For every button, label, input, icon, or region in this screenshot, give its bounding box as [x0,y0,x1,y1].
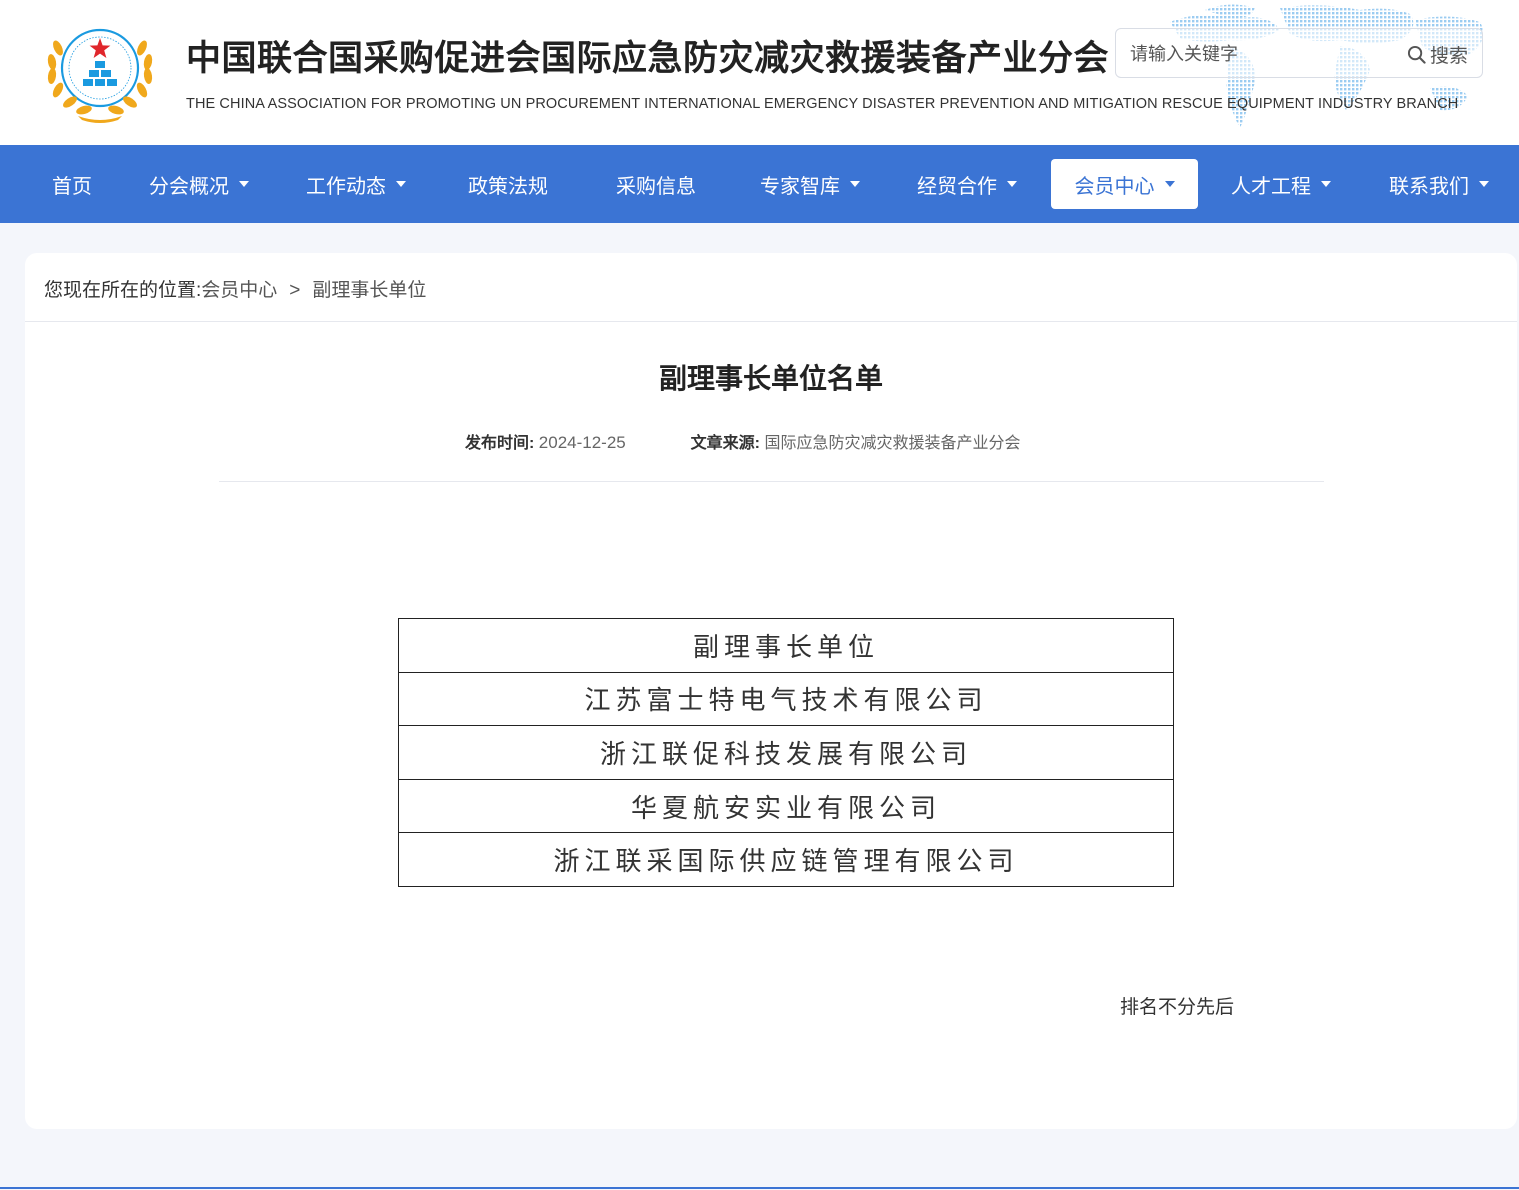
table-row: 浙江联采国际供应链管理有限公司 [398,832,1174,887]
nav-item-talent[interactable]: 人才工程 [1218,159,1344,209]
nav-item-contact[interactable]: 联系我们 [1376,159,1502,209]
publish-label: 发布时间: [465,435,535,452]
article-meta: 发布时间: 2024-12-25 文章来源: 国际应急防灾减灾救援装备产业分会 [465,429,1020,453]
site-header: 中国联合国采购促进会国际应急防灾减灾救援装备产业分会 THE CHINA ASS… [0,0,1519,145]
nav-item-trade[interactable]: 经贸合作 [904,159,1030,209]
breadcrumb-divider [25,321,1517,322]
caret-down-icon [850,181,860,187]
article-source: 国际应急防灾减灾救援装备产业分会 [764,435,1021,452]
nav-item-label: 工作动态 [306,175,386,198]
nav-item-policy[interactable]: 政策法规 [450,159,566,209]
table-cell: 华夏航安实业有限公司 [398,778,1174,834]
nav-item-label: 首页 [52,175,92,198]
caret-down-icon [1007,181,1017,187]
nav-item-overview[interactable]: 分会概况 [136,159,262,209]
breadcrumb-prefix: 您现在所在的位置: [44,280,202,301]
table-header-cell: 副理事长单位 [398,618,1174,673]
caret-down-icon [239,181,249,187]
nav-item-label: 政策法规 [468,175,548,198]
nav-item-label: 专家智库 [760,175,840,198]
table-row: 江苏富士特电气技术有限公司 [398,671,1174,727]
search-input[interactable] [1130,41,1380,67]
ranking-note: 排名不分先后 [1120,997,1235,1018]
caret-down-icon [1321,181,1331,187]
breadcrumb-link-members[interactable]: 会员中心 [201,280,277,301]
breadcrumb-separator: > [289,280,301,301]
publish-date: 2024-12-25 [538,433,626,452]
table-header-row: 副理事长单位 [398,618,1174,673]
footer-top-border [0,1187,1519,1189]
nav-item-label: 人才工程 [1231,175,1311,198]
site-subtitle: THE CHINA ASSOCIATION FOR PROMOTING UN P… [186,96,1459,112]
nav-item-label: 经贸合作 [917,175,997,198]
nav-item-label: 采购信息 [616,175,696,198]
table-row: 浙江联促科技发展有限公司 [398,725,1174,780]
search-box: 搜索 [1115,28,1483,78]
nav-item-label: 会员中心 [1074,175,1155,198]
table-cell: 浙江联采国际供应链管理有限公司 [398,832,1174,887]
vice-chairman-table: 副理事长单位 江苏富士特电气技术有限公司 浙江联促科技发展有限公司 华夏航安实业… [398,618,1174,887]
table-cell: 江苏富士特电气技术有限公司 [398,671,1174,727]
nav-item-label: 联系我们 [1389,175,1469,198]
nav-item-label: 分会概况 [149,175,229,198]
source-label: 文章来源: [690,435,761,452]
site-title: 中国联合国采购促进会国际应急防灾减灾救援装备产业分会 [186,39,1110,78]
search-button-label: 搜索 [1429,45,1468,67]
main-nav: 首页 分会概况 工作动态 政策法规 采购信息 专家智库 经贸合作 会员中心 人才… [0,145,1519,223]
table-cell: 浙江联促科技发展有限公司 [398,725,1174,780]
article-title: 副理事长单位名单 [658,363,883,394]
nav-item-members[interactable]: 会员中心 [1051,159,1198,209]
content-card: 您现在所在的位置:会员中心 > 副理事长单位 副理事长单位名单 发布时间: 2024… [25,253,1517,1129]
nav-item-experts[interactable]: 专家智库 [747,159,873,209]
association-emblem [47,28,153,123]
search-button[interactable]: 搜索 [1407,41,1468,67]
nav-item-home[interactable]: 首页 [36,159,108,209]
search-icon [1407,45,1426,64]
nav-item-procurement[interactable]: 采购信息 [598,159,714,209]
breadcrumb: 您现在所在的位置:会员中心 > 副理事长单位 [44,275,426,302]
table-row: 华夏航安实业有限公司 [398,778,1174,834]
breadcrumb-current: 副理事长单位 [312,280,427,301]
meta-divider [219,481,1324,482]
nav-item-news[interactable]: 工作动态 [293,159,419,209]
caret-down-icon [396,181,406,187]
caret-down-icon [1164,181,1175,187]
caret-down-icon [1479,181,1489,187]
